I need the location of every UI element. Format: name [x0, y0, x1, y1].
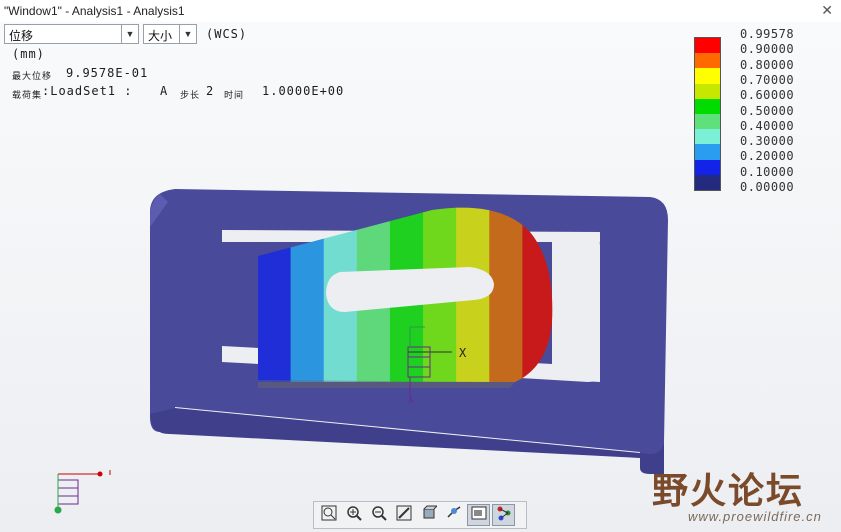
- legend-swatch: [695, 174, 720, 191]
- legend-swatch: [695, 159, 720, 175]
- legend-label: 0.20000: [740, 149, 795, 164]
- legend-swatch: [695, 98, 720, 115]
- zoom-out-icon: [371, 505, 387, 526]
- displacement-band: [323, 207, 358, 382]
- legend-label: 0.90000: [740, 42, 795, 57]
- chevron-down-icon[interactable]: ▼: [179, 25, 196, 43]
- datum-display-button[interactable]: [492, 504, 515, 526]
- units-label: (mm): [12, 47, 45, 61]
- time-value: 1.0000E+00: [262, 84, 345, 98]
- repaint-button[interactable]: [392, 504, 415, 526]
- saved-views-button[interactable]: [417, 504, 440, 526]
- triad-y-label: Y: [408, 393, 414, 404]
- bracket-frame: [150, 189, 668, 458]
- legend-label: 0.10000: [740, 164, 795, 179]
- legend-label: 0.99578: [740, 27, 795, 41]
- legend-swatch: [695, 83, 720, 99]
- legend-label: 0.60000: [740, 88, 795, 103]
- legend-label: 0.80000: [740, 57, 795, 72]
- triad-x-label: X: [459, 346, 467, 360]
- displacement-band: [423, 207, 458, 382]
- spin-center-button[interactable]: [442, 504, 465, 526]
- zoom-fit-icon: [321, 505, 337, 526]
- zoom-fit-button[interactable]: [317, 504, 340, 526]
- displacement-band: [456, 207, 491, 382]
- result-viewport[interactable]: 位移 ▼ 大小 ▼ (WCS) (mm) 最大位移 9.9578E-01 载荷集…: [0, 22, 841, 532]
- zoom-out-button[interactable]: [367, 504, 390, 526]
- displacement-band: [258, 207, 292, 382]
- spin-center-icon: [446, 505, 462, 526]
- global-triad: [54, 470, 111, 514]
- coord-system-label: (WCS): [206, 27, 248, 41]
- legend-swatch: [695, 129, 720, 145]
- max-value: 9.9578E-01: [66, 66, 149, 80]
- window-title: "Window1" - Analysis1 - Analysis1: [4, 4, 185, 18]
- step-value: 2: [206, 84, 215, 98]
- loadset-label: 载荷集: [12, 91, 43, 101]
- legend-swatch: [695, 144, 720, 160]
- repaint-icon: [396, 505, 412, 526]
- watermark-url: www.proewildfire.cn: [688, 509, 822, 524]
- quantity-select[interactable]: 位移 ▼: [4, 24, 139, 44]
- chevron-down-icon[interactable]: ▼: [121, 25, 138, 43]
- legend-label: 0.40000: [740, 118, 795, 133]
- datum-display-icon: [496, 505, 512, 526]
- loadset-value: :LoadSet1 :: [42, 84, 133, 98]
- watermark-title: 野火论坛: [652, 471, 805, 511]
- quantity-select-value: 位移: [9, 29, 34, 43]
- saved-views-icon: [421, 505, 438, 526]
- view-toolbar: [313, 501, 527, 529]
- legend-swatch: [695, 53, 720, 69]
- coord-triad: [407, 326, 452, 398]
- zoom-in-icon: [346, 505, 362, 526]
- displacement-band: [389, 207, 425, 382]
- close-icon[interactable]: ✕: [821, 2, 833, 19]
- display-style-icon: [471, 505, 487, 526]
- title-bar: "Window1" - Analysis1 - Analysis1 ✕: [0, 0, 841, 23]
- legend-label: 0.70000: [740, 72, 795, 87]
- legend-label: 0.30000: [740, 134, 795, 149]
- component-select-value: 大小: [148, 29, 173, 43]
- displacement-band: [522, 207, 553, 382]
- legend-swatch: [695, 114, 720, 130]
- step-label: 步长: [180, 91, 201, 101]
- legend-swatch: [695, 38, 720, 54]
- loadset-case: A: [160, 84, 169, 98]
- max-label: 最大位移: [12, 72, 53, 82]
- displacement-band: [356, 207, 391, 382]
- component-select[interactable]: 大小 ▼: [143, 24, 197, 44]
- legend-swatch: [695, 68, 720, 84]
- forum-watermark: 野火论坛 www.proewildfire.cn: [652, 462, 838, 530]
- zoom-in-button[interactable]: [342, 504, 365, 526]
- displacement-band: [489, 207, 524, 382]
- time-label: 时间: [224, 91, 245, 101]
- display-style-button[interactable]: [467, 504, 490, 526]
- legend-label: 0.50000: [740, 103, 795, 118]
- color-legend: [694, 37, 721, 191]
- legend-label: 0.00000: [740, 180, 795, 194]
- displacement-band: [290, 207, 325, 382]
